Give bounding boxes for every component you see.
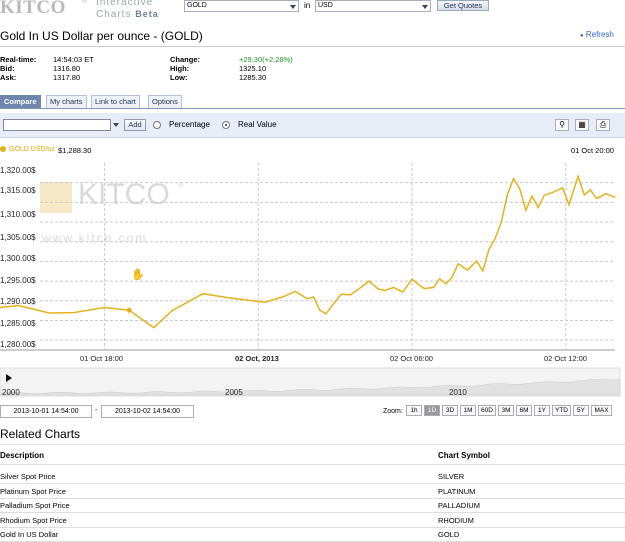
percentage-radio[interactable] [153,121,161,129]
ask-label: Ask: [0,73,17,82]
get-quotes-button[interactable]: Get Quotes [437,0,489,11]
row-divider [0,512,625,513]
hand-cursor-icon: ✋ [131,268,145,281]
price-chart[interactable]: KITCO ® www.kitco.com ✋ 2000 2005 2010 [0,155,625,405]
symbol-select[interactable]: GOLD [184,0,299,12]
zoom-ytd-button[interactable]: YTD [552,405,571,416]
col-symbol-header: Chart Symbol [438,451,491,460]
zoom-3m-button[interactable]: 3M [498,405,514,416]
related-header-divider [0,464,625,465]
logo-registered-mark: ® [82,0,88,5]
high-label: High: [170,64,190,73]
realtime-label: Real-time: [0,55,37,64]
currency-select[interactable]: USD [315,0,431,12]
tabs-divider [0,108,625,109]
navigator-year-label: 2005 [225,388,243,397]
title-divider [0,46,625,47]
watermark-logo-icon [40,182,72,213]
compare-symbol-input[interactable] [3,119,111,131]
related-description[interactable]: Rhodium Spot Price [0,516,67,525]
kitco-watermark: KITCO ® www.kitco.com [40,178,184,245]
change-label: Change: [170,55,200,64]
watermark-url: www.kitco.com [41,231,147,245]
navigator-year-label: 2000 [2,388,20,397]
magnifier-icon[interactable]: ⚲ [555,119,569,131]
beta-badge: Beta [135,9,159,19]
real-value-radio[interactable] [222,121,230,129]
zoom-6m-button[interactable]: 6M [516,405,532,416]
legend-series-value: $1,288.30 [58,146,92,155]
related-description[interactable]: Silver Spot Price [0,472,55,481]
related-description[interactable]: Platinum Spot Price [0,487,66,496]
legend-series-name: GOLD USD/oz [9,146,55,153]
low-value: 1285.30 [239,73,267,82]
chevron-down-icon[interactable] [289,2,297,10]
zoom-label: Zoom: [383,408,403,415]
real-value-label: Real Value [238,120,277,129]
related-symbol[interactable]: PLATINUM [438,487,475,496]
related-divider [0,444,625,445]
zoom-5y-button[interactable]: 5Y [573,405,589,416]
zoom-1h-button[interactable]: 1h [406,405,422,416]
zoom-1m-button[interactable]: 1M [460,405,476,416]
related-description[interactable]: Gold In US Dollar [0,530,58,539]
row-divider [0,497,625,499]
zoom-3d-button[interactable]: 3D [442,405,458,416]
bid-value: 1316.80 [53,64,81,73]
ask-value: 1317.80 [53,73,81,82]
symbol-value: GOLD [187,2,207,9]
chevron-down-icon[interactable] [421,2,429,10]
tab-compare[interactable]: Compare [0,95,41,108]
printer-icon[interactable]: ⎙ [596,119,610,131]
currency-value: USD [318,2,333,9]
logo-subtitle-charts: Charts Beta [96,9,159,20]
high-value: 1325.10 [239,64,267,73]
row-divider [0,526,625,528]
related-symbol[interactable]: RHODIUM [438,516,474,525]
navigator-year-label: 2010 [449,388,467,397]
tab-options[interactable]: Options [148,95,182,108]
refresh-icon: ● [580,33,584,39]
zoom-max-button[interactable]: MAX [591,405,612,416]
in-label: in [304,1,311,10]
price-marker [126,307,132,313]
range-from-input[interactable]: 2013-10-01 14:54:00 [0,405,92,418]
change-value: +29.30(+2.28%) [239,55,293,64]
legend-date: 01 Oct 20:00 [571,146,614,155]
bid-label: Bid: [0,64,15,73]
zoom-1y-button[interactable]: 1Y [534,405,550,416]
range-separator: - [95,407,98,414]
zoom-1d-button[interactable]: 1D [424,405,440,416]
related-symbol[interactable]: PALLADIUM [438,501,480,510]
add-button[interactable]: Add [124,119,146,131]
related-charts-title: Related Charts [0,427,81,441]
low-label: Low: [170,73,188,82]
tab-my-charts[interactable]: My charts [46,95,87,108]
floppy-icon[interactable]: ▦ [575,119,589,131]
chevron-down-icon[interactable] [112,121,120,129]
refresh-link[interactable]: ● Refresh [580,30,614,39]
zoom-60d-button[interactable]: 60D [478,405,496,416]
page-title: Gold In US Dollar per ounce - (GOLD) [0,29,203,43]
refresh-label: Refresh [585,30,614,39]
logo-subtitle-interactive: Interactive [96,0,154,8]
col-description-header: Description [0,451,45,460]
realtime-value: 14:54:03 ET [53,55,94,64]
range-to-input[interactable]: 2013-10-02 14:54:00 [101,405,194,418]
related-description[interactable]: Palladium Spot Price [0,501,70,510]
kitco-logo[interactable]: KITCO [0,0,66,19]
row-divider [0,483,625,484]
related-symbol[interactable]: SILVER [438,472,464,481]
percentage-label: Percentage [169,120,210,129]
logo-charts-text: Charts [96,9,132,20]
series-color-dot [0,146,6,152]
tab-link-to-chart[interactable]: Link to chart [91,95,140,108]
related-symbol[interactable]: GOLD [438,530,459,539]
